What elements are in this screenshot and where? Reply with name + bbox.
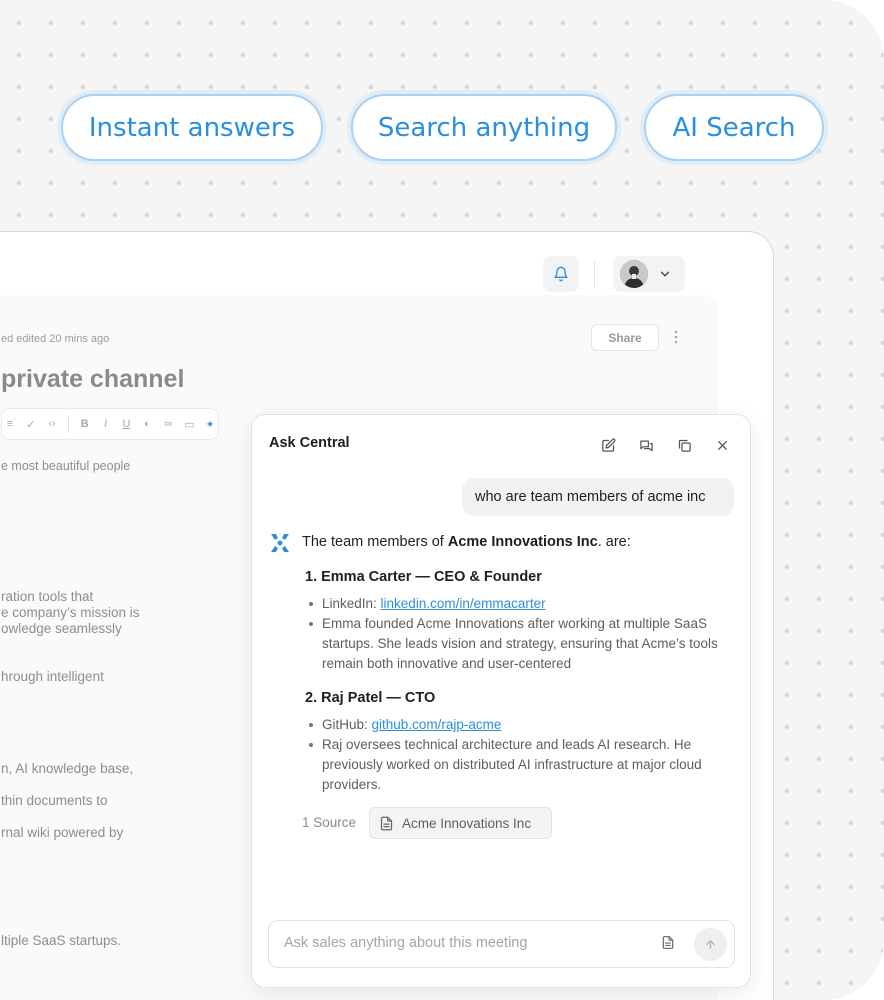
copy-button[interactable] — [668, 431, 700, 459]
member-details: LinkedIn: linkedin.com/in/emmacarter Emm… — [307, 594, 737, 674]
list-item: Raj oversees technical architecture and … — [307, 735, 737, 795]
palette-icon[interactable]: ◐ — [139, 418, 155, 430]
link-label: LinkedIn: — [322, 596, 381, 611]
toolbar-divider — [67, 415, 69, 433]
chat-bubbles-icon — [639, 440, 653, 451]
link-label: GitHub: — [322, 717, 372, 732]
doc-line: rnal wiki powered by — [1, 825, 124, 840]
ai-intro-suffix: . are: — [597, 534, 631, 550]
ai-search-pill: AI Search — [644, 94, 824, 161]
chevron-down-icon — [660, 271, 670, 277]
chat-title: Ask Central — [269, 435, 350, 451]
edit-button[interactable] — [592, 431, 624, 459]
chat-actions — [592, 431, 738, 459]
member-heading: 2. Raj Patel — CTO — [305, 690, 436, 706]
close-icon — [717, 440, 727, 450]
chat-composer[interactable]: Ask sales anything about this meeting — [268, 920, 735, 968]
ai-answer-intro: The team members of Acme Innovations Inc… — [302, 534, 631, 550]
member-details: GitHub: github.com/rajp-acme Raj oversee… — [307, 715, 737, 795]
doc-line: thin documents to — [1, 793, 108, 808]
bell-icon — [554, 266, 568, 282]
more-options-icon[interactable] — [674, 330, 678, 344]
arrow-up-icon — [706, 940, 715, 949]
profile-menu-button[interactable] — [613, 256, 685, 292]
italic-icon[interactable]: I — [98, 418, 114, 430]
doc-line: ration tools that — [1, 589, 94, 604]
doc-line: ltiple SaaS startups. — [1, 933, 122, 948]
source-count: 1 Source — [302, 815, 357, 830]
composer-input[interactable]: Ask sales anything about this meeting — [284, 935, 527, 951]
member-heading: 1. Emma Carter — CEO & Founder — [305, 569, 542, 585]
list-icon[interactable]: ≡ — [2, 418, 18, 430]
doc-line: hrough intelligent — [1, 669, 104, 684]
linkedin-link[interactable]: linkedin.com/in/emmacarter — [381, 596, 546, 611]
ai-sparkle-icon[interactable]: ✦ — [202, 418, 218, 431]
send-button[interactable] — [694, 928, 727, 961]
header-divider — [594, 261, 595, 287]
bold-icon[interactable]: B — [77, 418, 93, 430]
editor-toolbar: ≡ ✓ ‹› B I U ◐ ∞ ▭ ✦ — [1, 408, 219, 440]
underline-icon[interactable]: U — [118, 418, 134, 430]
comment-icon[interactable]: ▭ — [181, 418, 197, 431]
document-edited-meta: ed edited 20 mins ago — [1, 333, 110, 345]
list-item: Emma founded Acme Innovations after work… — [307, 614, 737, 674]
ai-assistant-logo-icon — [271, 534, 289, 552]
chat-history-button[interactable] — [630, 431, 662, 459]
source-chip[interactable]: Acme Innovations Inc — [369, 807, 552, 839]
list-item: LinkedIn: linkedin.com/in/emmacarter — [307, 594, 737, 614]
attach-document-icon[interactable] — [661, 934, 675, 951]
share-button[interactable]: Share — [591, 324, 659, 351]
close-button[interactable] — [706, 431, 738, 459]
avatar — [620, 260, 648, 288]
user-message: who are team members of acme inc — [462, 478, 734, 516]
doc-line: e company’s mission is — [1, 605, 140, 620]
code-icon[interactable]: ‹› — [44, 418, 60, 430]
ai-intro-company: Acme Innovations Inc — [447, 534, 598, 550]
edit-icon — [601, 438, 615, 452]
background-canvas: Instant answers Search anything AI Searc… — [0, 0, 884, 1000]
doc-line: e most beautiful people — [1, 459, 131, 473]
document-icon — [380, 816, 393, 830]
document-title: private channel — [1, 365, 185, 393]
copy-icon — [678, 439, 691, 452]
github-link[interactable]: github.com/rajp-acme — [372, 717, 502, 732]
search-anything-pill: Search anything — [351, 94, 617, 161]
list-item: GitHub: github.com/rajp-acme — [307, 715, 737, 735]
doc-line: n, AI knowledge base, — [1, 761, 134, 776]
ask-central-chat-panel: Ask Central who are team members of acme… — [251, 414, 751, 988]
ai-intro-text: The team members of — [302, 534, 448, 550]
notifications-button[interactable] — [543, 256, 579, 292]
source-name: Acme Innovations Inc — [402, 815, 532, 831]
link-icon[interactable]: ∞ — [160, 418, 176, 430]
instant-answers-pill: Instant answers — [61, 94, 323, 161]
check-icon[interactable]: ✓ — [23, 418, 39, 431]
doc-line: owledge seamlessly — [1, 621, 122, 636]
